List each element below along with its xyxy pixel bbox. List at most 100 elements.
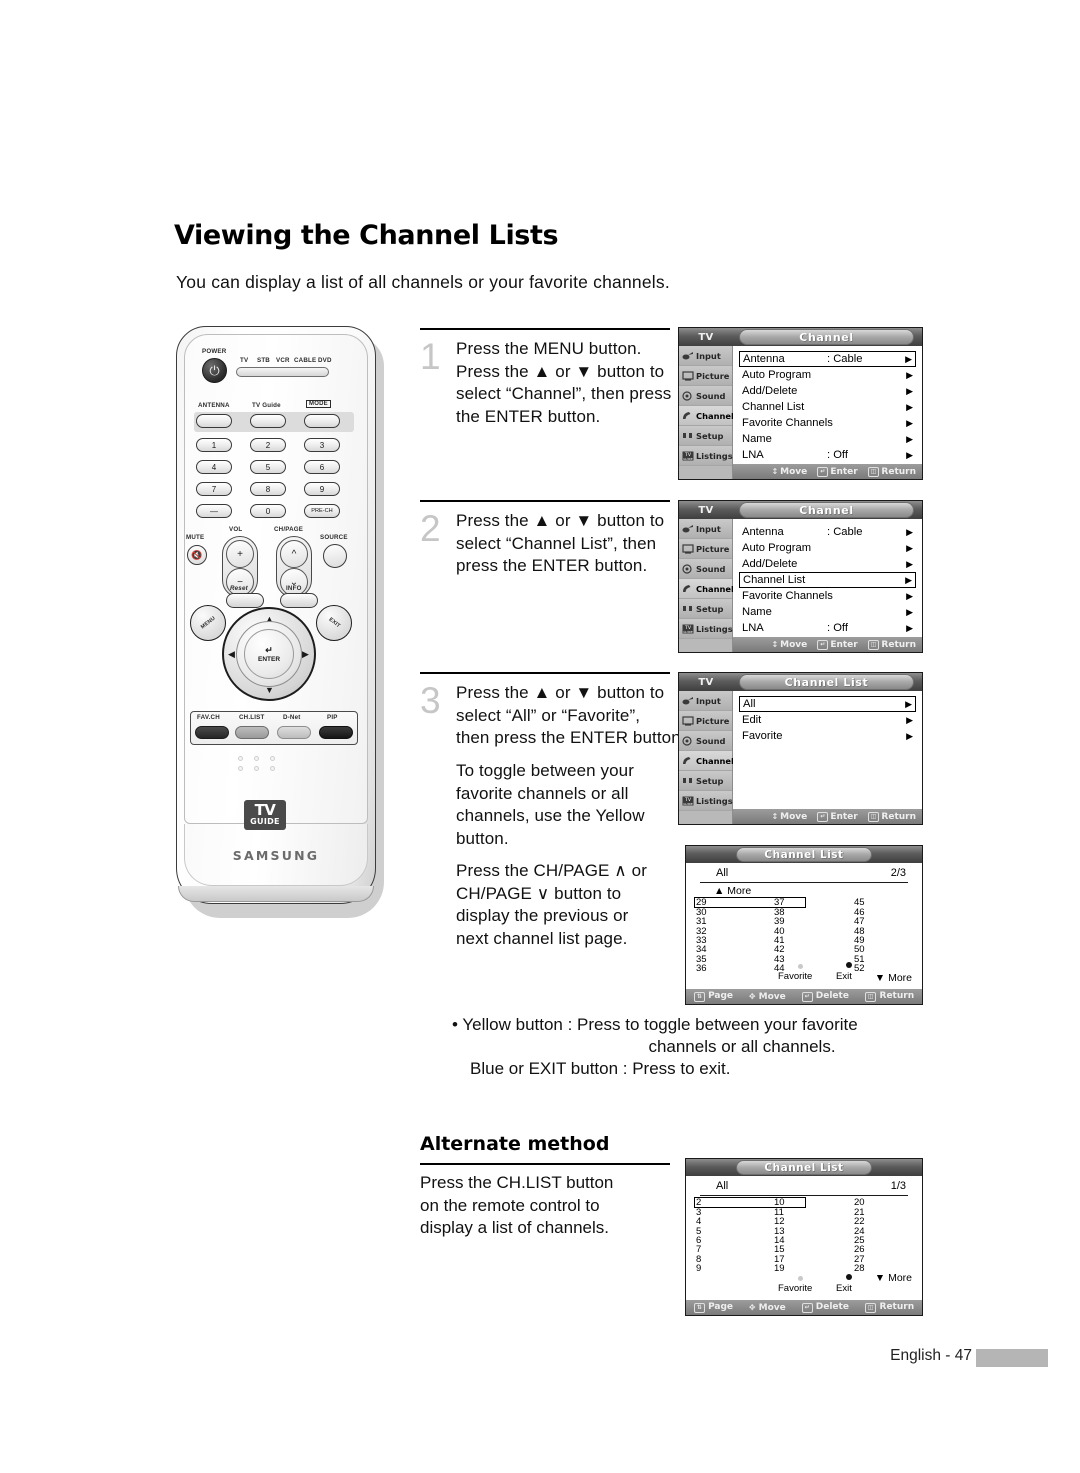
channel-item[interactable]: 9 — [696, 1264, 701, 1274]
info-button[interactable] — [280, 593, 318, 608]
reset-button[interactable] — [226, 593, 264, 608]
enter-key-icon: ↵ — [817, 639, 829, 650]
menu-row-auto-program[interactable]: Auto Program ▶ — [739, 367, 916, 383]
tv-guide-logo: TV GUIDE — [244, 800, 286, 830]
antenna-button[interactable] — [196, 414, 232, 428]
sidebar-item-channel[interactable]: Channel — [679, 406, 734, 426]
channel-column-1-1[interactable]: 29 30 31 32 33 34 35 36 — [696, 898, 707, 974]
menu-row-name[interactable]: Name ▶ — [739, 604, 916, 620]
mute-button[interactable]: 🔇 — [187, 545, 207, 565]
key-pre-ch[interactable]: PRE-CH — [304, 504, 340, 518]
sidebar-item-picture[interactable]: Picture — [679, 539, 732, 559]
return-key-icon: ◫ — [864, 992, 877, 1002]
channel-item[interactable]: 28 — [854, 1264, 865, 1274]
pip-button[interactable] — [319, 726, 353, 739]
hint-return-2: ◫ Return — [864, 1302, 914, 1313]
mute-label: MUTE — [186, 534, 205, 541]
key-2[interactable]: 2 — [250, 438, 286, 452]
sidebar-item-input[interactable]: Input — [679, 519, 732, 539]
sidebar-item-setup[interactable]: Setup — [679, 771, 732, 791]
key-7[interactable]: 7 — [196, 482, 232, 496]
sidebar-item-listings[interactable]: TV GUIDE Listings — [679, 619, 733, 639]
key-dash[interactable]: — — [196, 504, 232, 518]
channel-list-more-up-1[interactable]: ▲ More — [714, 885, 922, 897]
sidebar-item-listings[interactable]: TV GUIDE Listings — [679, 446, 733, 466]
sidebar-item-listings[interactable]: TV GUIDE Listings — [679, 791, 733, 811]
fav-ch-label: FAV.CH — [197, 714, 220, 721]
menu-row-auto-program[interactable]: Auto Program ▶ — [739, 540, 916, 556]
menu-row-name[interactable]: Name ▶ — [739, 431, 916, 447]
sidebar-item-input[interactable]: Input — [679, 691, 732, 711]
d-net-button[interactable] — [277, 726, 311, 739]
volume-up-button[interactable]: + — [226, 540, 254, 568]
sidebar-item-channel[interactable]: Channel — [679, 751, 734, 771]
channel-list-title-1: Channel List — [736, 847, 872, 862]
source-button[interactable] — [323, 544, 347, 568]
mode-button[interactable] — [304, 414, 340, 428]
menu-row-favorite-channels[interactable]: Favorite Channels ▶ — [739, 588, 916, 604]
menu-row-edit[interactable]: Edit ▶ — [739, 712, 916, 728]
sidebar-label-listings: Listings — [696, 795, 733, 806]
nav-down-icon[interactable]: ▼ — [265, 686, 274, 695]
fav-ch-button[interactable] — [195, 726, 229, 739]
sidebar-item-setup[interactable]: Setup — [679, 599, 732, 619]
sidebar-item-sound[interactable]: Sound — [679, 559, 732, 579]
enter-button[interactable]: ↵ ENTER — [244, 629, 294, 679]
channel-column-2-3[interactable]: 20 21 22 24 25 26 27 28 — [854, 1198, 865, 1274]
osd-body-1: Input Picture Sound Channel Setup TV GUID… — [679, 346, 922, 479]
menu-row-channel-list[interactable]: Channel List ▶ — [739, 399, 916, 415]
key-9[interactable]: 9 — [304, 482, 340, 496]
menu-button[interactable]: MENU — [190, 605, 226, 641]
menu-row-add-delete[interactable]: Add/Delete ▶ — [739, 383, 916, 399]
menu-row-add-delete[interactable]: Add/Delete ▶ — [739, 556, 916, 572]
sidebar-item-picture[interactable]: Picture — [679, 366, 732, 386]
power-button[interactable]: ⏻ — [202, 358, 227, 383]
menu-row-antenna[interactable]: Antenna: Cable ▶ — [739, 351, 916, 367]
key-3[interactable]: 3 — [304, 438, 340, 452]
nav-right-icon[interactable]: ▶ — [302, 650, 309, 659]
menu-row-antenna[interactable]: Antenna: Cable ▶ — [739, 524, 916, 540]
menu-row-favorite[interactable]: Favorite ▶ — [739, 728, 916, 744]
sidebar-item-sound[interactable]: Sound — [679, 386, 732, 406]
channel-item[interactable]: 36 — [696, 964, 707, 974]
key-6[interactable]: 6 — [304, 460, 340, 474]
nav-left-icon[interactable]: ◀ — [228, 650, 235, 659]
key-5[interactable]: 5 — [250, 460, 286, 474]
return-key-icon: ◫ — [867, 639, 880, 650]
hint-move-label: Move — [780, 639, 808, 650]
channel-list-more-down-1[interactable]: ▼ More — [875, 972, 912, 984]
channel-column-2-1[interactable]: 2 3 4 5 6 7 8 9 — [696, 1198, 701, 1274]
key-8[interactable]: 8 — [250, 482, 286, 496]
channel-column-1-2[interactable]: 37 38 39 40 41 42 43 44 — [774, 898, 785, 974]
osd-tv-label-2: TV — [698, 504, 714, 516]
sidebar-item-setup[interactable]: Setup — [679, 426, 732, 446]
channel-up-button[interactable]: ^ — [280, 540, 308, 568]
sidebar-item-picture[interactable]: Picture — [679, 711, 732, 731]
menu-row-lna[interactable]: LNA: Off ▶ — [739, 447, 916, 463]
chevron-right-icon: ▶ — [905, 698, 912, 709]
menu-row-lna[interactable]: LNA: Off ▶ — [739, 620, 916, 636]
channel-column-2-2[interactable]: 10 11 12 13 14 15 17 19 — [774, 1198, 785, 1274]
input-icon — [681, 522, 694, 535]
channel-column-1-3[interactable]: 45 46 47 48 49 50 51 52 — [854, 898, 865, 974]
exit-button[interactable]: EXIT — [316, 605, 352, 641]
channel-item[interactable]: 52 — [854, 964, 865, 974]
channel-list-more-down-2[interactable]: ▼ More — [875, 1272, 912, 1284]
menu-row-channel-list[interactable]: Channel List ▶ — [739, 572, 916, 588]
svg-text:GUIDE: GUIDE — [683, 630, 693, 634]
hint-enter-label: Enter — [830, 811, 858, 822]
sidebar-item-sound[interactable]: Sound — [679, 731, 732, 751]
tv-guide-button[interactable] — [250, 414, 286, 428]
sidebar-item-channel[interactable]: Channel — [679, 579, 734, 599]
chevron-right-icon: ▶ — [906, 369, 913, 380]
menu-row-favorite-channels[interactable]: Favorite Channels ▶ — [739, 415, 916, 431]
channel-item[interactable]: 19 — [774, 1264, 785, 1274]
key-0[interactable]: 0 — [250, 504, 286, 518]
key-4[interactable]: 4 — [196, 460, 232, 474]
key-1[interactable]: 1 — [196, 438, 232, 452]
sidebar-item-input[interactable]: Input — [679, 346, 732, 366]
sidebar-label-picture: Picture — [696, 543, 730, 554]
menu-row-all[interactable]: All ▶ — [739, 696, 916, 712]
ch-list-button[interactable] — [235, 726, 269, 739]
sidebar-label-sound: Sound — [696, 390, 726, 401]
